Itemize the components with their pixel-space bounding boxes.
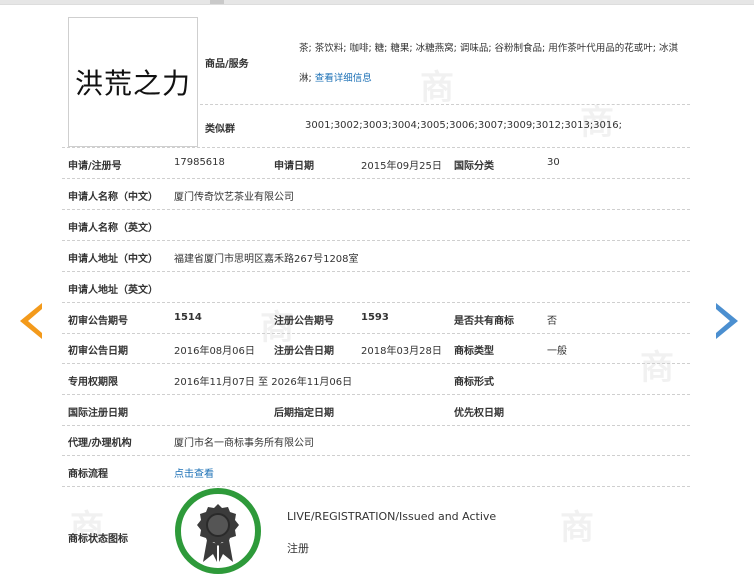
- similar-group-value: 3001;3002;3003;3004;3005;3006;3007;3009;…: [305, 120, 623, 131]
- view-details-link[interactable]: 查看详细信息: [315, 73, 372, 84]
- shared-mark-label: 是否共有商标: [454, 316, 514, 327]
- applicant-cn-value: 厦门传奇饮艺茶业有限公司: [174, 192, 294, 203]
- next-arrow-icon[interactable]: [716, 303, 738, 339]
- divider: [62, 394, 690, 395]
- apply-date-value: 2015年09月25日: [361, 161, 442, 172]
- divider: [62, 455, 690, 456]
- shared-mark-value: 否: [547, 316, 557, 327]
- goods-label: 商品/服务: [205, 59, 249, 70]
- exclusive-period-value: 2016年11月07日 至 2026年11月06日: [174, 377, 353, 388]
- status-english: LIVE/REGISTRATION/Issued and Active: [287, 510, 497, 523]
- trademark-image: 洪荒之力: [68, 17, 198, 147]
- applicant-en-label: 申请人名称（英文）: [68, 223, 158, 234]
- reg-no-label: 申请/注册号: [68, 161, 122, 172]
- top-bar-accent: [210, 0, 224, 4]
- goods-line2: 淋; 查看详细信息: [299, 70, 372, 84]
- agent-value: 厦门市名一商标事务所有限公司: [174, 438, 314, 449]
- prelim-announce-date-label: 初审公告日期: [68, 346, 128, 357]
- watermark: 商: [420, 68, 454, 108]
- divider: [62, 486, 690, 487]
- intl-class-value: 30: [547, 157, 560, 168]
- mark-type-value: 一般: [547, 346, 567, 357]
- later-designation-date-label: 后期指定日期: [274, 408, 334, 419]
- apply-date-label: 申请日期: [274, 161, 314, 172]
- watermark: 商: [640, 348, 674, 388]
- applicant-cn-label: 申请人名称（中文）: [68, 192, 158, 203]
- reg-announce-no-label: 注册公告期号: [274, 316, 334, 327]
- status-icon-label: 商标状态图标: [68, 534, 128, 545]
- reg-announce-date-label: 注册公告日期: [274, 346, 334, 357]
- divider: [62, 333, 690, 334]
- mark-form-label: 商标形式: [454, 377, 494, 388]
- address-cn-label: 申请人地址（中文）: [68, 254, 158, 265]
- divider: [62, 240, 690, 241]
- prev-arrow-icon[interactable]: [20, 303, 42, 339]
- view-process-link[interactable]: 点击查看: [174, 465, 214, 480]
- divider: [62, 363, 690, 364]
- status-badge: [175, 488, 261, 574]
- divider: [200, 104, 690, 105]
- prelim-announce-no-label: 初审公告期号: [68, 316, 128, 327]
- agent-label: 代理/办理机构: [68, 438, 132, 449]
- reg-no-value: 17985618: [174, 157, 225, 168]
- divider: [62, 209, 690, 210]
- prelim-announce-no-value: 1514: [174, 312, 202, 323]
- prelim-announce-date-value: 2016年08月06日: [174, 346, 255, 357]
- process-label: 商标流程: [68, 469, 108, 480]
- divider: [62, 425, 690, 426]
- exclusive-period-label: 专用权期限: [68, 377, 118, 388]
- address-cn-value: 福建省厦门市思明区嘉禾路267号1208室: [174, 254, 359, 265]
- divider: [62, 302, 690, 303]
- watermark: 商: [560, 508, 594, 548]
- intl-reg-date-label: 国际注册日期: [68, 408, 128, 419]
- divider: [62, 147, 690, 148]
- mark-type-label: 商标类型: [454, 346, 494, 357]
- priority-date-label: 优先权日期: [454, 408, 504, 419]
- goods-line2-prefix: 淋;: [299, 73, 312, 84]
- trademark-logo-text: 洪荒之力: [74, 67, 191, 100]
- similar-group-label: 类似群: [205, 124, 235, 135]
- intl-class-label: 国际分类: [454, 161, 494, 172]
- top-bar: [0, 0, 754, 5]
- address-en-label: 申请人地址（英文）: [68, 285, 158, 296]
- reg-announce-date-value: 2018年03月28日: [361, 346, 442, 357]
- goods-line1: 茶; 茶饮料; 咖啡; 糖; 糖果; 冰糖燕窝; 调味品; 谷粉制食品; 用作茶…: [299, 43, 678, 54]
- award-ribbon-icon: [197, 504, 239, 562]
- divider: [62, 178, 690, 179]
- reg-announce-no-value: 1593: [361, 312, 389, 323]
- divider: [62, 271, 690, 272]
